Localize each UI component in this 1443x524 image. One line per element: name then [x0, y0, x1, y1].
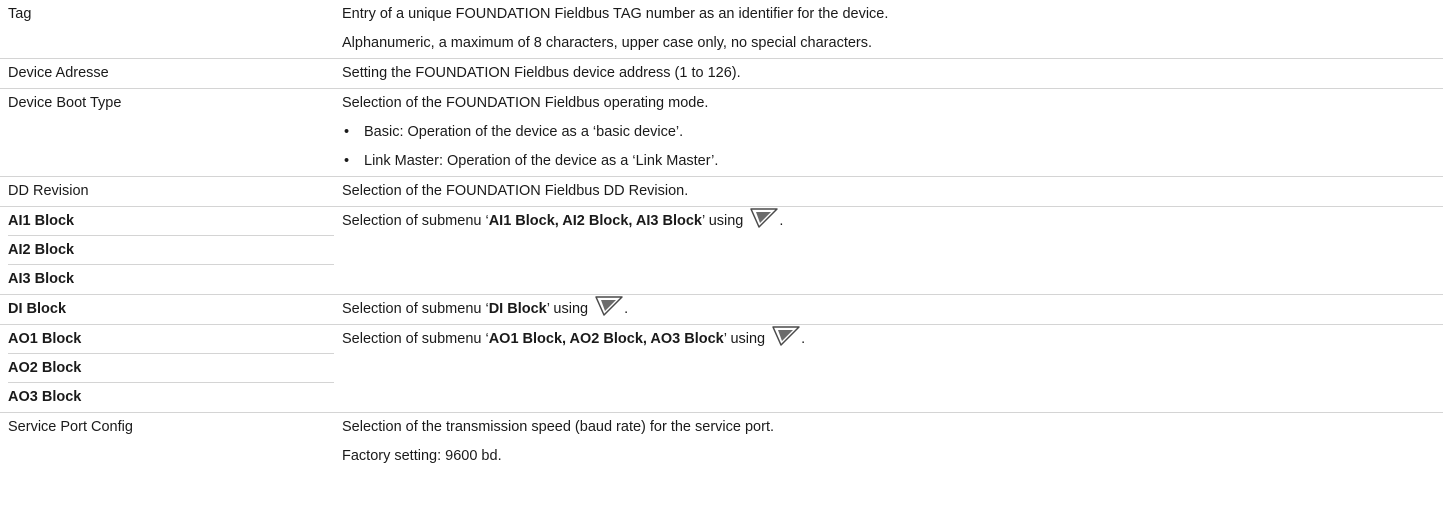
param-cell: Tag [0, 0, 334, 58]
desc-text: Factory setting: 9600 bd. [342, 448, 502, 464]
row-tag: Tag Entry of a unique FOUNDATION Fieldbu… [0, 0, 1443, 59]
param-cell: AO1 Block AO2 Block AO3 Block [0, 325, 334, 412]
param-name: AO3 Block [8, 389, 82, 405]
desc-text: Setting the FOUNDATION Fieldbus device a… [342, 65, 741, 81]
row-device-address: Device Adresse Setting the FOUNDATION Fi… [0, 59, 1443, 89]
desc-prefix: Selection of submenu ‘ [342, 301, 489, 317]
row-di-block: DI Block Selection of submenu ‘DI Block’… [0, 295, 1443, 325]
param-name: AI1 Block [8, 207, 334, 236]
desc-end: . [801, 331, 806, 347]
param-name: Device Boot Type [8, 95, 122, 111]
param-name: Device Adresse [8, 65, 109, 81]
desc-text: Selection of submenu ‘AI1 Block, AI2 Blo… [342, 207, 1443, 236]
desc-text: Selection of the FOUNDATION Fieldbus ope… [342, 95, 709, 111]
desc-text: Entry of a unique FOUNDATION Fieldbus TA… [342, 6, 889, 22]
desc-suffix: ’ using [546, 301, 589, 317]
submenu-name: DI Block [488, 301, 547, 317]
down-arrow-key-icon [771, 325, 801, 358]
desc-cell: Selection of the transmission speed (bau… [334, 413, 1443, 471]
param-cell: DD Revision [0, 177, 334, 206]
param-name: AI2 Block [8, 236, 334, 265]
desc-text: Alphanumeric, a maximum of 8 characters,… [342, 35, 873, 51]
bullet-dot: • [344, 153, 350, 169]
desc-prefix: Selection of submenu ‘ [342, 331, 489, 347]
desc-prefix: Selection of submenu ‘ [342, 213, 489, 229]
desc-end: . [624, 301, 629, 317]
desc-text: Selection of the transmission speed (bau… [342, 419, 774, 435]
desc-text: Selection of submenu ‘DI Block’ using . [342, 295, 1443, 324]
param-name: DI Block [8, 301, 67, 317]
desc-cell: Selection of submenu ‘DI Block’ using . [334, 295, 1443, 324]
param-cell: Device Adresse [0, 59, 334, 88]
parameter-table: Tag Entry of a unique FOUNDATION Fieldbu… [0, 0, 1443, 471]
desc-suffix: ’ using [701, 213, 744, 229]
desc-suffix: ’ using [723, 331, 766, 347]
param-cell: DI Block [0, 295, 334, 324]
row-dd-revision: DD Revision Selection of the FOUNDATION … [0, 177, 1443, 207]
down-arrow-key-icon [594, 295, 624, 328]
desc-text: Selection of the FOUNDATION Fieldbus DD … [342, 183, 689, 199]
param-cell: Service Port Config [0, 413, 334, 471]
bullet-item: • Link Master: Operation of the device as… [342, 147, 1443, 176]
bullet-dot: • [344, 124, 350, 140]
param-name: AO1 Block [8, 325, 334, 354]
bullet-text: Link Master: Operation of the device as … [364, 153, 719, 169]
submenu-name: AI1 Block, AI2 Block, AI3 Block [488, 213, 702, 229]
bullet-item: • Basic: Operation of the device as a ‘ba… [342, 118, 1443, 147]
param-name: Service Port Config [8, 419, 133, 435]
bullet-text: Basic: Operation of the device as a ‘bas… [364, 124, 684, 140]
param-name: DD Revision [8, 183, 89, 199]
desc-cell: Entry of a unique FOUNDATION Fieldbus TA… [334, 0, 1443, 58]
param-name: AO2 Block [8, 354, 334, 383]
param-cell: Device Boot Type [0, 89, 334, 176]
desc-cell: Selection of submenu ‘AI1 Block, AI2 Blo… [334, 207, 1443, 294]
desc-cell: Setting the FOUNDATION Fieldbus device a… [334, 59, 1443, 88]
submenu-name: AO1 Block, AO2 Block, AO3 Block [488, 331, 724, 347]
desc-cell: Selection of the FOUNDATION Fieldbus ope… [334, 89, 1443, 176]
desc-cell: Selection of the FOUNDATION Fieldbus DD … [334, 177, 1443, 206]
desc-text: Selection of submenu ‘AO1 Block, AO2 Blo… [342, 325, 1443, 354]
param-cell: AI1 Block AI2 Block AI3 Block [0, 207, 334, 294]
down-arrow-key-icon [749, 207, 779, 240]
param-name: Tag [8, 6, 32, 22]
row-service-port-config: Service Port Config Selection of the tra… [0, 413, 1443, 471]
row-ai-blocks: AI1 Block AI2 Block AI3 Block Selection … [0, 207, 1443, 295]
param-name: AI3 Block [8, 271, 75, 287]
row-ao-blocks: AO1 Block AO2 Block AO3 Block Selection … [0, 325, 1443, 413]
desc-end: . [779, 213, 784, 229]
desc-cell: Selection of submenu ‘AO1 Block, AO2 Blo… [334, 325, 1443, 412]
row-device-boot-type: Device Boot Type Selection of the FOUNDA… [0, 89, 1443, 177]
